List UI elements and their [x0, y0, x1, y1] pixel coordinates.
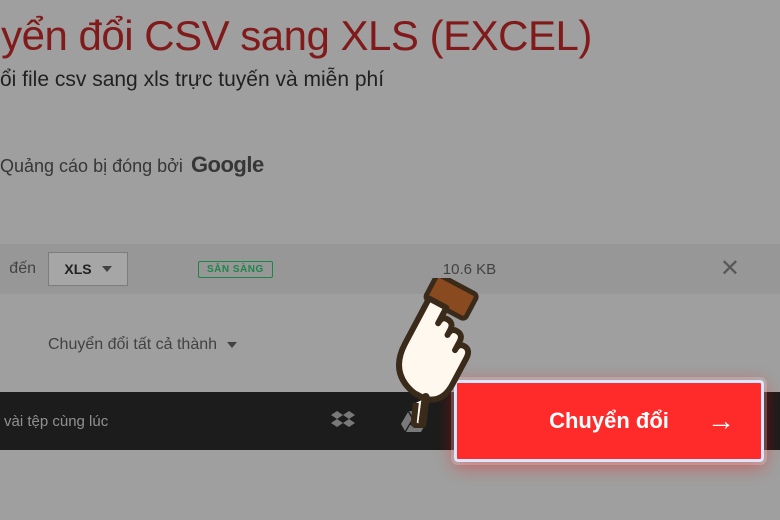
google-brand: Google [191, 152, 264, 178]
ad-closed-row: Quảng cáo bị đóng bởi Google [0, 152, 264, 178]
convert-all-select[interactable]: Chuyển đổi tất cả thành [48, 336, 237, 354]
close-icon[interactable]: ✕ [720, 257, 740, 281]
dropbox-icon [331, 409, 355, 433]
convert-button-label: Chuyển đổi [549, 408, 669, 434]
chevron-down-icon [227, 342, 237, 348]
ad-closed-text: Quảng cáo bị đóng bởi [0, 156, 183, 177]
convert-all-label: Chuyển đổi tất cả thành [48, 336, 217, 354]
arrow-right-icon: → [707, 405, 735, 437]
dropbox-button[interactable] [308, 392, 378, 450]
googledrive-button[interactable] [378, 392, 448, 450]
format-value: XLS [64, 261, 91, 277]
file-row: đến XLS SẴN SÀNG 10.6 KB ✕ [0, 244, 780, 294]
to-label: đến [0, 260, 44, 278]
googledrive-icon [401, 409, 425, 433]
page-title: ıyển đổi CSV sang XLS (EXCEL) [0, 12, 592, 60]
status-badge: SẴN SÀNG [198, 261, 273, 278]
chevron-down-icon [102, 266, 112, 272]
page-subtitle: ổi file csv sang xls trực tuyến và miễn … [0, 68, 384, 92]
file-size: 10.6 KB [443, 261, 496, 278]
app-stage: ıyển đổi CSV sang XLS (EXCEL) ổi file cs… [0, 0, 780, 520]
convert-button[interactable]: Chuyển đổi → [454, 380, 764, 462]
multi-file-hint: vài tệp cùng lúc [0, 413, 108, 430]
format-select[interactable]: XLS [48, 252, 128, 286]
convert-all-row: Chuyển đổi tất cả thành [0, 320, 780, 370]
